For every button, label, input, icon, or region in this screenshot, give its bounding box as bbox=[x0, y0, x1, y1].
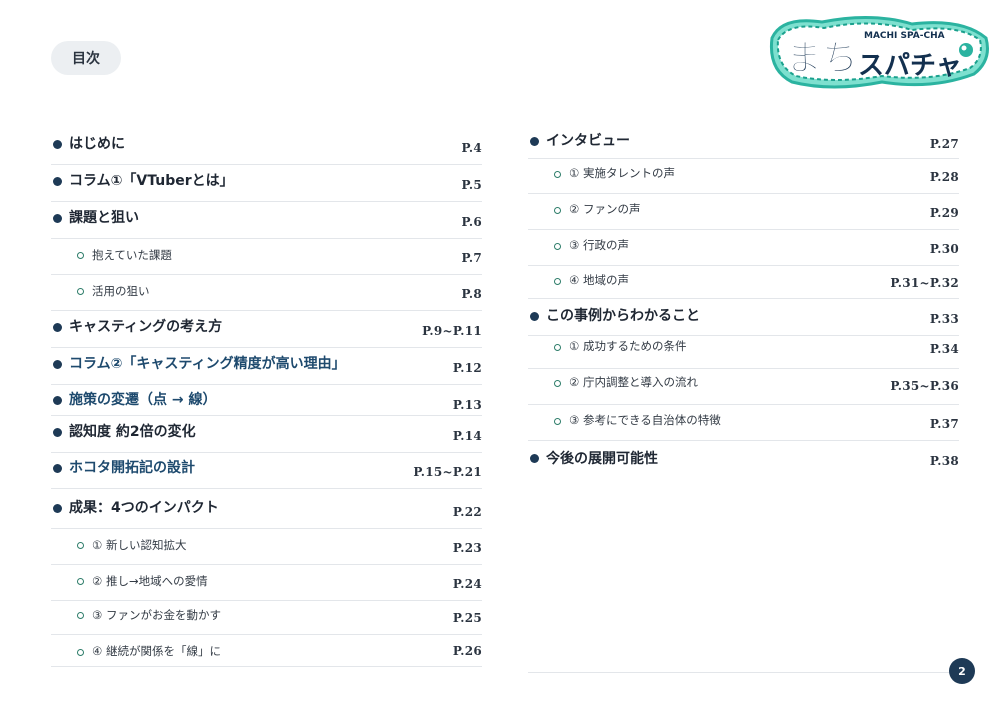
toc-item-label: この事例からわかること bbox=[546, 308, 700, 324]
toc-right-column: インタビュー P.27 ① 実施タレントの声 P.28 ② ファンの声 P.29… bbox=[528, 127, 959, 473]
toc-item-page: P.37 bbox=[929, 417, 959, 431]
toc-item-page: P.26 bbox=[452, 644, 482, 658]
toc-item-page: P.22 bbox=[452, 505, 482, 519]
toc-item-label: コラム①「VTuberとは」 bbox=[69, 173, 234, 189]
toc-subitem[interactable]: ② ファンの声 P.29 bbox=[528, 194, 959, 230]
toc-item-page: P.25 bbox=[452, 611, 482, 625]
toc-item[interactable]: 課題と狙い P.6 bbox=[51, 202, 482, 239]
toc-item-page: P.12 bbox=[452, 361, 482, 375]
toc-item-label: ホコタ開拓記の設計 bbox=[69, 460, 195, 476]
svg-text:まち: まち bbox=[786, 38, 858, 79]
toc-subitem-label: ② 庁内調整と導入の流れ bbox=[569, 375, 698, 389]
toc-item[interactable]: 今後の展開可能性 P.38 bbox=[528, 441, 959, 473]
toc-item[interactable]: 施策の変遷（点 → 線） P.13 bbox=[51, 385, 482, 416]
toc-item[interactable]: コラム①「VTuberとは」 P.5 bbox=[51, 165, 482, 202]
toc-item-label: 今後の展開可能性 bbox=[546, 451, 658, 467]
toc-item-page: P.7 bbox=[461, 251, 482, 265]
toc-item-label: 課題と狙い bbox=[69, 210, 139, 226]
page-number-badge: 2 bbox=[949, 658, 975, 684]
toc-item-label: 成果：4つのインパクト bbox=[69, 500, 219, 516]
toc-item-page: P.8 bbox=[461, 287, 482, 301]
toc-item[interactable]: はじめに P.4 bbox=[51, 127, 482, 165]
toc-subitem[interactable]: ② 庁内調整と導入の流れ P.35~P.36 bbox=[528, 369, 959, 405]
toc-subitem-label: ④ 継続が関係を「線」に bbox=[92, 644, 221, 658]
toc-subitem[interactable]: ③ ファンがお金を動かす P.25 bbox=[51, 601, 482, 635]
toc-subitem-label: 活用の狙い bbox=[92, 284, 150, 298]
toc-item-page: P.38 bbox=[929, 454, 959, 468]
toc-subitem[interactable]: ② 推し→地域への愛情 P.24 bbox=[51, 565, 482, 601]
toc-item-page: P.13 bbox=[452, 398, 482, 412]
toc-item-page: P.9~P.11 bbox=[422, 324, 482, 338]
logo-graphic: まち スパチャ MACHI SPA-CHA bbox=[769, 16, 989, 89]
toc-item[interactable]: この事例からわかること P.33 bbox=[528, 299, 959, 336]
toc-item-label: 施策の変遷（点 → 線） bbox=[69, 392, 217, 408]
toc-item-label: はじめに bbox=[69, 136, 125, 152]
toc-item-page: P.28 bbox=[929, 170, 959, 184]
toc-subitem-label: ③ 参考にできる自治体の特徴 bbox=[569, 413, 721, 427]
toc-subitem[interactable]: 抱えていた課題 P.7 bbox=[51, 239, 482, 275]
toc-subitem-label: ② ファンの声 bbox=[569, 202, 641, 216]
toc-subitem-label: ① 新しい認知拡大 bbox=[92, 538, 187, 552]
toc-item[interactable]: キャスティングの考え方 P.9~P.11 bbox=[51, 311, 482, 348]
toc-item-page: P.15~P.21 bbox=[413, 465, 482, 479]
toc-subitem[interactable]: ③ 行政の声 P.30 bbox=[528, 230, 959, 266]
toc-subitem-label: ④ 地域の声 bbox=[569, 273, 629, 287]
toc-subitem-label: ③ ファンがお金を動かす bbox=[92, 608, 221, 622]
toc-item-page: P.29 bbox=[929, 206, 959, 220]
toc-subitem[interactable]: ③ 参考にできる自治体の特徴 P.37 bbox=[528, 405, 959, 441]
toc-item-page: P.24 bbox=[452, 577, 482, 591]
toc-left-column: はじめに P.4 コラム①「VTuberとは」 P.5 課題と狙い P.6 抱え… bbox=[51, 127, 482, 667]
toc-heading-pill: 目次 bbox=[51, 41, 121, 75]
footer-divider bbox=[528, 672, 959, 673]
toc-subitem[interactable]: ④ 継続が関係を「線」に P.26 bbox=[51, 635, 482, 667]
toc-subitem-label: ② 推し→地域への愛情 bbox=[92, 574, 208, 588]
toc-item[interactable]: 成果：4つのインパクト P.22 bbox=[51, 489, 482, 529]
toc-subitem[interactable]: ④ 地域の声 P.31~P.32 bbox=[528, 266, 959, 299]
machi-spacha-logo: まち スパチャ MACHI SPA-CHA bbox=[762, 8, 994, 92]
toc-item[interactable]: インタビュー P.27 bbox=[528, 127, 959, 159]
toc-item-page: P.31~P.32 bbox=[890, 276, 959, 290]
toc-item-label: コラム②「キャスティング精度が高い理由」 bbox=[69, 356, 346, 372]
toc-item-page: P.33 bbox=[929, 312, 959, 326]
toc-item-page: P.30 bbox=[929, 242, 959, 256]
toc-item-page: P.6 bbox=[461, 215, 482, 229]
toc-subitem[interactable]: 活用の狙い P.8 bbox=[51, 275, 482, 311]
toc-subitem-label: ① 実施タレントの声 bbox=[569, 166, 675, 180]
toc-subitem[interactable]: ① 新しい認知拡大 P.23 bbox=[51, 529, 482, 565]
toc-subitem-label: ③ 行政の声 bbox=[569, 238, 629, 252]
toc-item-label: 認知度 約2倍の変化 bbox=[69, 424, 196, 440]
toc-item-page: P.14 bbox=[452, 429, 482, 443]
toc-item-label: キャスティングの考え方 bbox=[69, 319, 223, 335]
toc-subitem[interactable]: ① 成功するための条件 P.34 bbox=[528, 336, 959, 369]
toc-item-page: P.27 bbox=[929, 137, 959, 151]
svg-text:MACHI SPA-CHA: MACHI SPA-CHA bbox=[864, 31, 945, 41]
toc-item-page: P.35~P.36 bbox=[890, 379, 959, 393]
toc-subitem-label: 抱えていた課題 bbox=[92, 248, 172, 262]
svg-text:スパチャ: スパチャ bbox=[858, 51, 962, 81]
toc-item-page: P.5 bbox=[461, 178, 482, 192]
toc-item[interactable]: コラム②「キャスティング精度が高い理由」 P.12 bbox=[51, 348, 482, 385]
toc-item-page: P.34 bbox=[929, 342, 959, 356]
toc-subitem-label: ① 成功するための条件 bbox=[569, 339, 687, 353]
toc-item-page: P.4 bbox=[461, 141, 482, 155]
toc-item[interactable]: 認知度 約2倍の変化 P.14 bbox=[51, 416, 482, 453]
toc-item[interactable]: ホコタ開拓記の設計 P.15~P.21 bbox=[51, 453, 482, 489]
toc-subitem[interactable]: ① 実施タレントの声 P.28 bbox=[528, 159, 959, 194]
toc-item-label: インタビュー bbox=[546, 133, 630, 149]
toc-item-page: P.23 bbox=[452, 541, 482, 555]
